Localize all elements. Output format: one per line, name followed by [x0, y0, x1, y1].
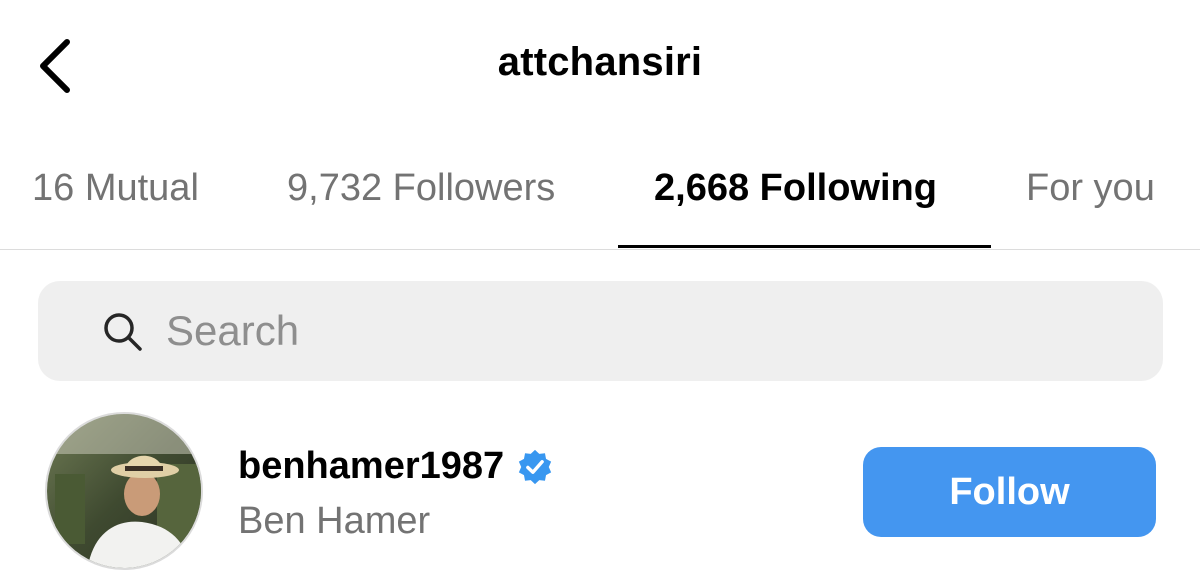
search-icon — [104, 313, 142, 351]
tab-for-you[interactable]: For you — [1026, 167, 1155, 210]
tab-bar: 16 Mutual 9,732 Followers 2,668 Followin… — [0, 135, 1200, 250]
tab-mutual[interactable]: 16 Mutual — [32, 167, 199, 210]
tab-followers[interactable]: 9,732 Followers — [287, 167, 555, 210]
avatar-photo — [47, 414, 201, 568]
avatar[interactable] — [45, 412, 203, 570]
tab-following[interactable]: 2,668 Following — [654, 167, 937, 210]
username[interactable]: benhamer1987 — [238, 445, 504, 488]
active-tab-indicator — [618, 245, 991, 248]
verified-badge-icon — [519, 449, 552, 484]
full-name: Ben Hamer — [238, 500, 431, 542]
follow-button[interactable]: Follow — [863, 447, 1156, 537]
search-input[interactable] — [166, 307, 1066, 355]
username-line: benhamer1987 — [238, 445, 554, 488]
top-bar: attchansiri — [0, 0, 1200, 135]
list-item[interactable]: benhamer1987 Ben Hamer Follow — [0, 405, 1200, 581]
page-title: attchansiri — [497, 40, 703, 84]
search-bar[interactable] — [38, 281, 1163, 381]
